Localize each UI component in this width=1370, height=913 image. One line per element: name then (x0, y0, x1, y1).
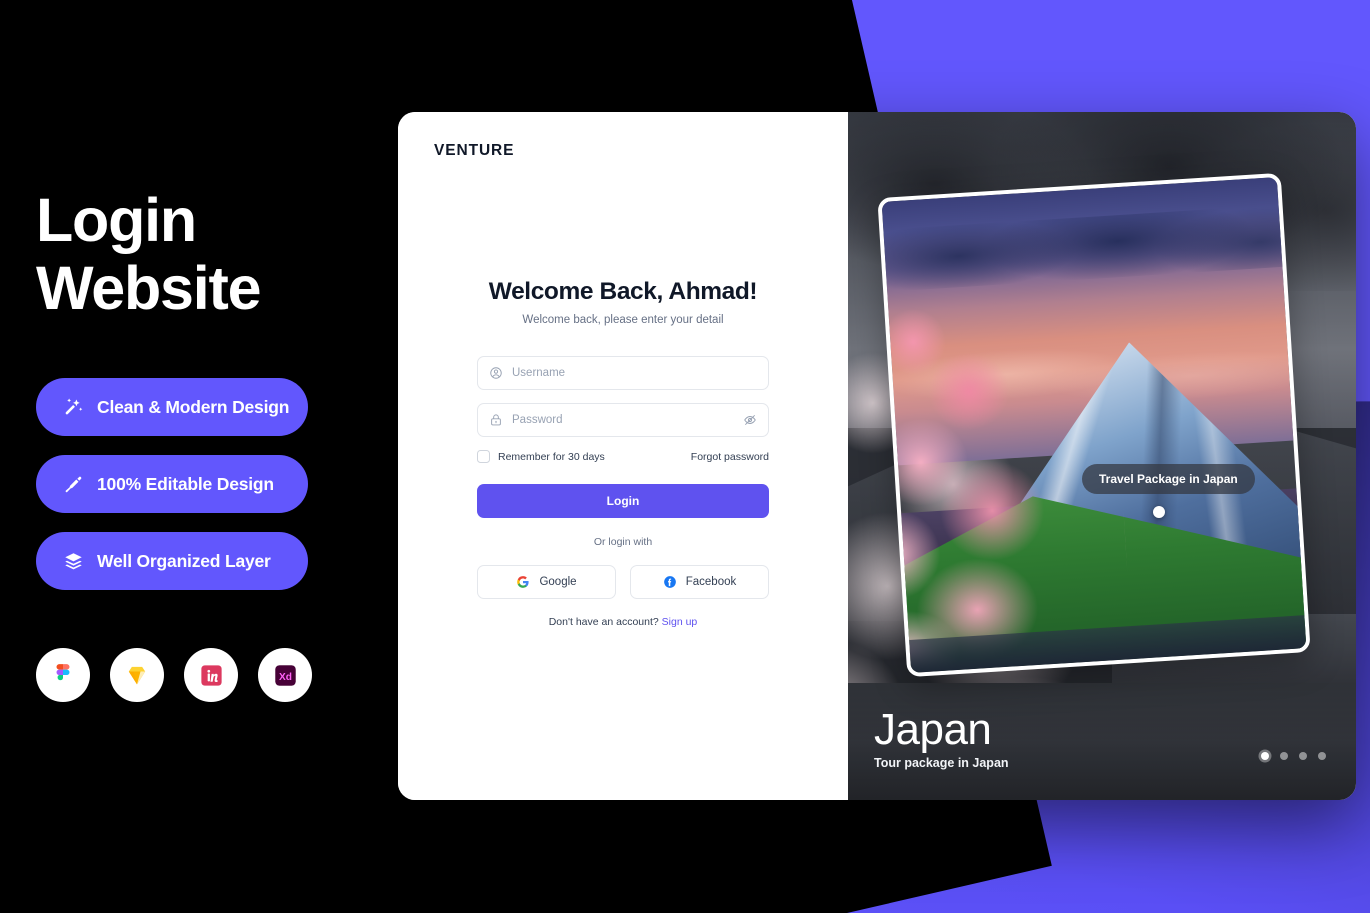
travel-package-tooltip[interactable]: Travel Package in Japan (1082, 464, 1255, 494)
travel-photo-pane: Travel Package in Japan Japan Tour packa… (848, 112, 1356, 800)
login-app-card: VENTURE Welcome Back, Ahmad! Welcome bac… (398, 112, 1356, 800)
username-field[interactable]: Username (477, 356, 769, 390)
password-input[interactable]: Password (512, 414, 734, 426)
photo-caption-subtitle: Tour package in Japan (874, 756, 1009, 770)
facebook-icon (663, 576, 676, 588)
feature-pill-label: 100% Editable Design (97, 473, 274, 494)
magic-wand-icon (62, 396, 84, 418)
social-login-label: Facebook (685, 576, 737, 588)
signup-prompt-row: Don't have an account? Sign up (477, 616, 769, 628)
password-field[interactable]: Password (477, 403, 769, 437)
forgot-password-link[interactable]: Forgot password (691, 451, 769, 463)
form-subheading: Welcome back, please enter your detail (522, 314, 724, 326)
invision-icon (184, 648, 238, 702)
feature-pill-clean-modern-design: Clean & Modern Design (36, 378, 308, 436)
form-heading: Welcome Back, Ahmad! (488, 278, 758, 305)
signup-link[interactable]: Sign up (662, 616, 698, 628)
carousel-dot-3[interactable] (1299, 752, 1307, 760)
carousel-dot-1[interactable] (1261, 752, 1269, 760)
remember-me-label: Remember for 30 days (498, 450, 605, 463)
photo-caption-title: Japan (874, 705, 992, 754)
design-tool-icon-list: Xd (36, 648, 366, 702)
login-form-pane: VENTURE Welcome Back, Ahmad! Welcome bac… (398, 112, 848, 800)
username-input[interactable]: Username (512, 367, 757, 379)
carousel-dot-4[interactable] (1318, 752, 1326, 760)
carousel-dots (1261, 752, 1326, 760)
remember-forgot-row: Remember for 30 days Forgot password (477, 450, 769, 463)
figma-icon (36, 648, 90, 702)
promo-feature-list: Clean & Modern Design 100% Editable Desi… (36, 378, 366, 590)
photo-caption: Japan Tour package in Japan (874, 705, 1009, 771)
remember-me-control[interactable]: Remember for 30 days (477, 450, 605, 463)
pen-nib-icon (62, 473, 84, 495)
or-login-with-label: Or login with (593, 536, 653, 548)
facebook-login-button[interactable]: Facebook (630, 565, 769, 599)
tilted-photo-card (877, 172, 1311, 678)
feature-pill-editable-design: 100% Editable Design (36, 455, 308, 513)
google-login-button[interactable]: Google (477, 565, 616, 599)
login-button[interactable]: Login (477, 484, 769, 518)
feature-pill-well-organized-layer: Well Organized Layer (36, 532, 308, 590)
sketch-icon (110, 648, 164, 702)
social-login-label: Google (539, 576, 577, 588)
feature-pill-label: Well Organized Layer (97, 550, 271, 571)
promo-title-line-1: Login (36, 186, 197, 254)
map-marker-dot[interactable] (1153, 506, 1165, 518)
svg-text:Xd: Xd (279, 672, 292, 683)
carousel-dot-2[interactable] (1280, 752, 1288, 760)
remember-me-checkbox[interactable] (477, 450, 490, 463)
promo-panel: Login Website Clean & Modern Design 100%… (36, 186, 366, 702)
eye-off-icon (744, 415, 756, 425)
user-circle-icon (490, 367, 502, 379)
toggle-password-visibility-button[interactable] (743, 413, 757, 427)
promo-title: Login Website (36, 186, 366, 322)
feature-pill-label: Clean & Modern Design (97, 396, 290, 417)
layers-icon (62, 550, 84, 572)
promo-title-line-2: Website (36, 254, 262, 322)
adobe-xd-icon: Xd (258, 648, 312, 702)
google-icon (517, 576, 530, 588)
brand-logo: VENTURE (434, 142, 515, 159)
lock-icon (491, 414, 501, 426)
login-form: Welcome Back, Ahmad! Welcome back, pleas… (398, 278, 848, 628)
social-login-row: Google Facebook (477, 565, 769, 599)
signup-prompt-text: Don't have an account? (548, 616, 659, 628)
